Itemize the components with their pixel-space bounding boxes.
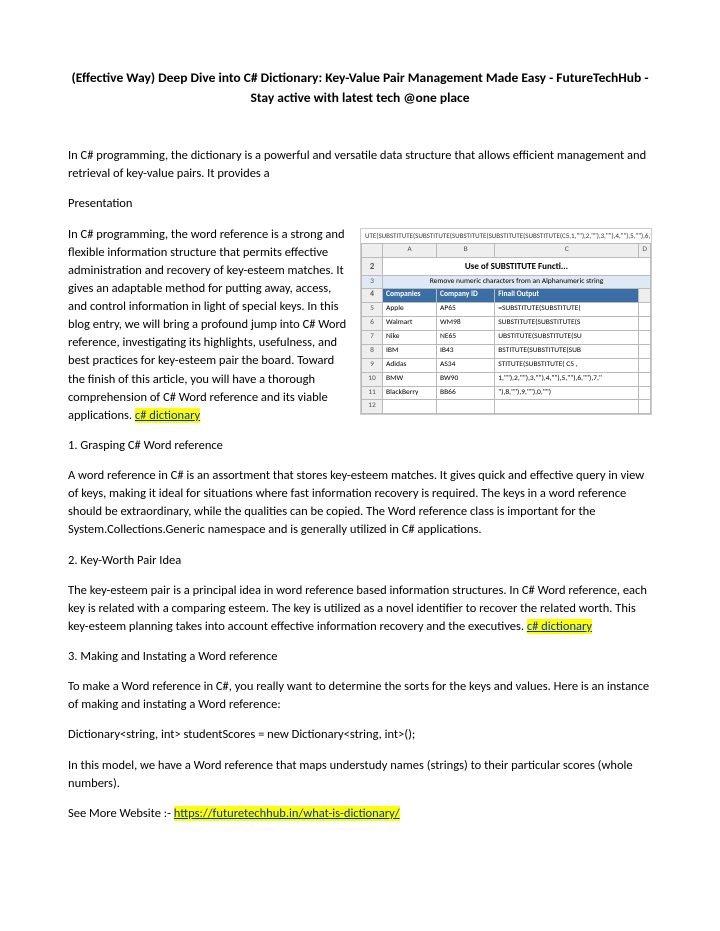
table-row: 11BlackBerryBB66"),8,""),9,""),0,"")	[362, 386, 651, 400]
column-letters-row: A B C D	[362, 243, 651, 257]
intro-paragraph: In C# programming, the dictionary is a p…	[68, 147, 652, 183]
figure-title-row: 2Use of SUBSTITUTE Functi...	[362, 257, 651, 275]
section-heading-3: 3. Making and Instating a Word reference	[68, 648, 652, 666]
section-body-2: The key-esteem pair is a principal idea …	[68, 582, 652, 636]
table-row: 7NikeNE65UBSTITUTE(SUBSTITUTE(SU	[362, 331, 651, 345]
section-heading-2: 2. Key-Worth Pair Idea	[68, 552, 652, 570]
section-body-3: To make a Word reference in C#, you real…	[68, 678, 652, 714]
table-row: 8IBMIB43BSTITUTE(SUBSTITUTE(SUB	[362, 344, 651, 358]
code-line: Dictionary<string, int> studentScores = …	[68, 726, 652, 744]
spreadsheet-figure: UTE(SUBSTITUTE(SUBSTITUTE(SUBSTITUTE(SUB…	[360, 228, 652, 416]
table-row: 9AdidasAS34STITUTE(SUBSTITUTE( C5 ,	[362, 358, 651, 372]
link-website[interactable]: https://futuretechhub.in/what-is-diction…	[174, 806, 400, 821]
link-csharp-dictionary-2[interactable]: c# dictionary	[527, 619, 592, 634]
spreadsheet-table: A B C D 2Use of SUBSTITUTE Functi... 3Re…	[361, 243, 651, 415]
table-row: 10BMWBW901,""),2,""),3,""),4,""),5,""),6…	[362, 372, 651, 386]
formula-bar: UTE(SUBSTITUTE(SUBSTITUTE(SUBSTITUTE(SUB…	[361, 229, 651, 243]
link-csharp-dictionary-1[interactable]: c# dictionary	[135, 408, 200, 423]
section-body-4: In this model, we have a Word reference …	[68, 757, 652, 793]
section-body-1: A word reference in C# is an assortment …	[68, 467, 652, 540]
see-more-line: See More Website :- https://futuretechhu…	[68, 805, 652, 823]
document-page: (Effective Way) Deep Dive into C# Dictio…	[0, 0, 720, 875]
table-row: 5AppleAP65=SUBSTITUTE(SUBSTITUTE(	[362, 303, 651, 317]
presentation-label: Presentation	[68, 195, 652, 213]
figure-subtitle-row: 3Remove numeric characters from an Alpha…	[362, 275, 651, 289]
section-heading-1: 1. Grasping C# Word reference	[68, 437, 652, 455]
table-row: 12	[362, 400, 651, 414]
intro-body-block: UTE(SUBSTITUTE(SUBSTITUTE(SUBSTITUTE(SUB…	[68, 226, 652, 425]
table-header-row: 4 Companies Company ID Finall Output	[362, 289, 651, 303]
body-text-1a: In C# programming, the word reference is…	[68, 227, 346, 351]
page-title: (Effective Way) Deep Dive into C# Dictio…	[68, 68, 652, 107]
table-row: 6WalmartWM98SUBSTITUTE(SUBSTITUTE(S	[362, 317, 651, 331]
